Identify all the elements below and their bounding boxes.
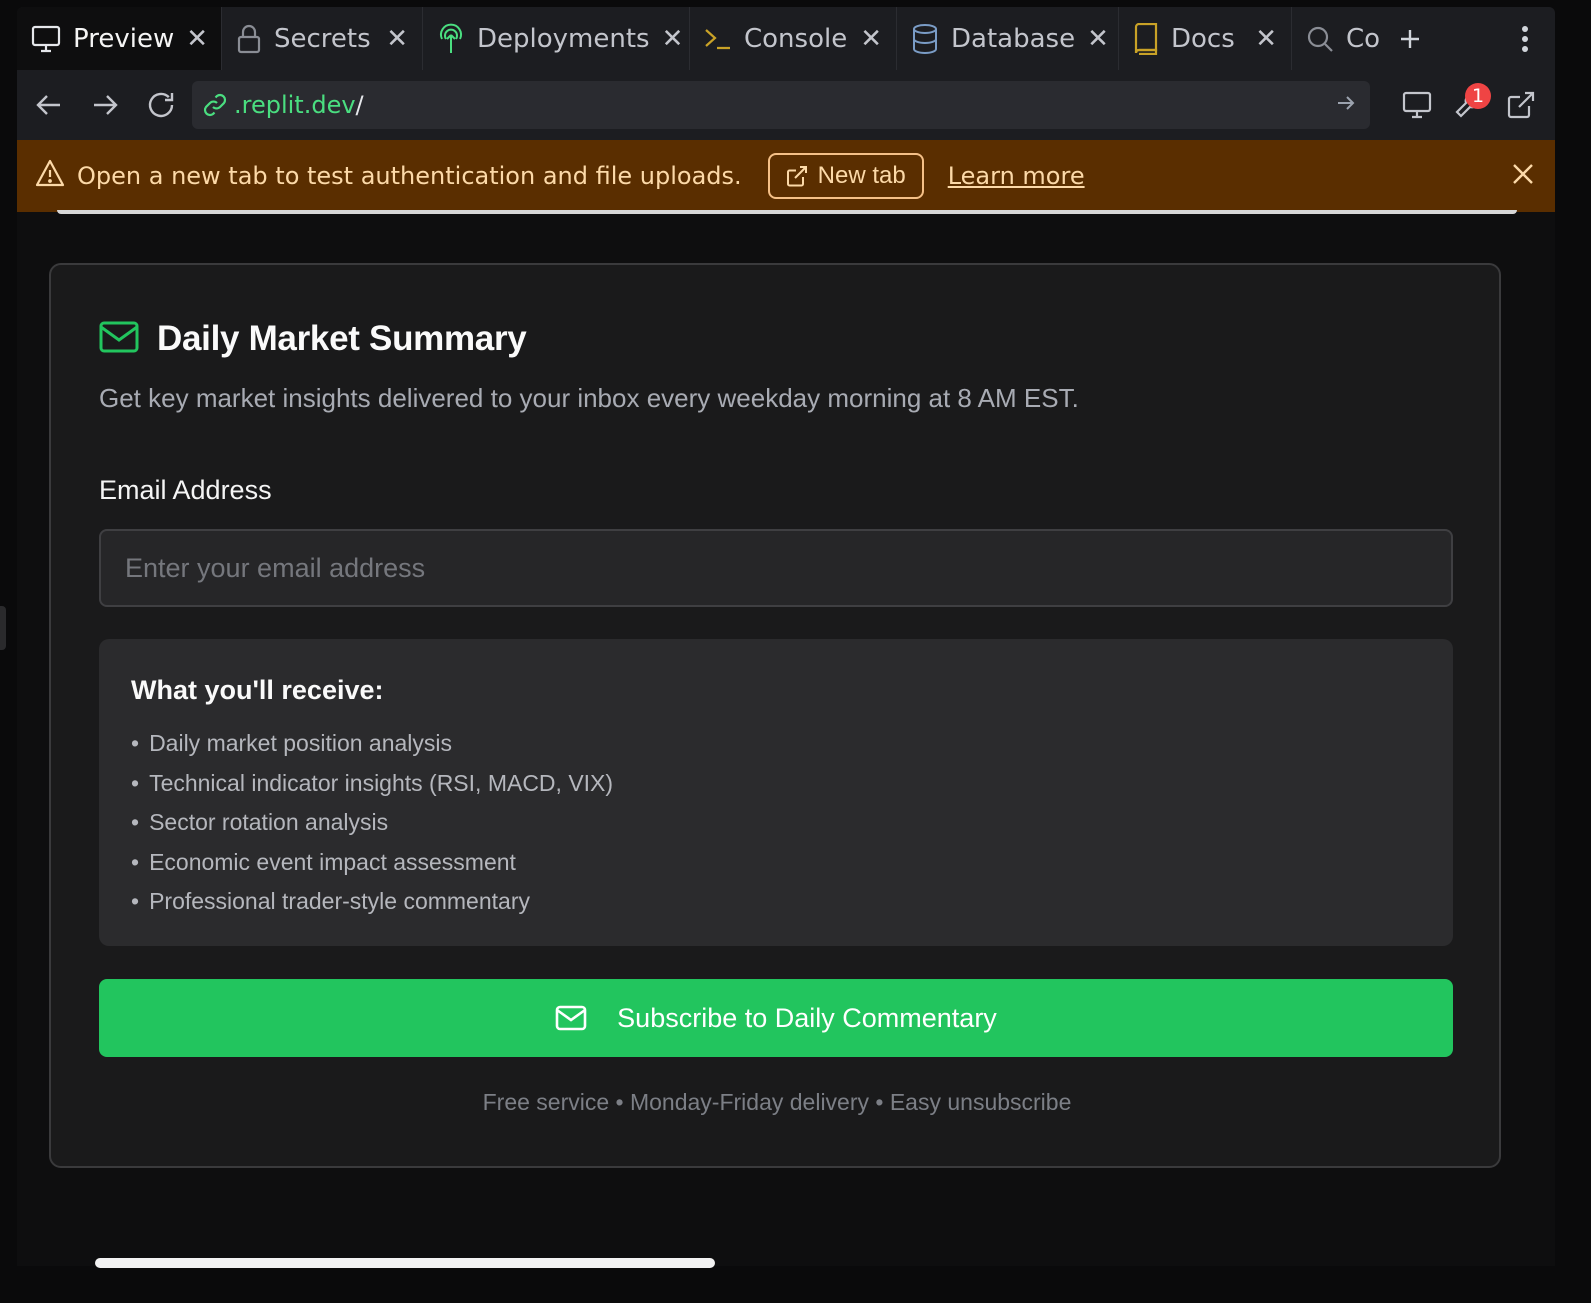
tab-secrets[interactable]: Secrets ✕ [222, 7, 423, 70]
url-input[interactable]: .replit.dev/ [192, 81, 1370, 129]
browser-window: Preview ✕ Secrets ✕ Deployments ✕ Consol… [17, 7, 1555, 1266]
tab-label: Deployments [477, 23, 650, 54]
tab-label: Console [744, 23, 848, 54]
monitor-icon [31, 25, 61, 53]
back-button[interactable] [21, 77, 77, 133]
email-label: Email Address [99, 475, 272, 505]
tab-database[interactable]: Database ✕ [897, 7, 1119, 70]
monitor-icon [1402, 91, 1432, 119]
go-arrow-icon[interactable] [1336, 93, 1356, 117]
tab-label: Docs [1171, 23, 1235, 54]
tab-label: Co [1346, 23, 1381, 54]
close-icon[interactable]: ✕ [1087, 26, 1109, 52]
tab-deployments[interactable]: Deployments ✕ [423, 7, 690, 70]
warning-icon [35, 159, 65, 193]
address-bar: .replit.dev/ 1 [17, 70, 1555, 140]
list-item: • Daily market position analysis [131, 730, 453, 757]
warning-banner: Open a new tab to test authentication an… [17, 140, 1555, 212]
close-icon[interactable]: ✕ [386, 26, 408, 52]
horizontal-scrollbar[interactable] [95, 1258, 715, 1268]
database-icon [911, 23, 939, 55]
forward-button[interactable] [77, 77, 133, 133]
banner-message: Open a new tab to test authentication an… [77, 162, 742, 190]
tab-bar: Preview ✕ Secrets ✕ Deployments ✕ Consol… [17, 7, 1555, 70]
terminal-icon [704, 27, 732, 51]
reload-button[interactable] [133, 77, 189, 133]
address-bar-actions: 1 [1391, 70, 1555, 140]
add-tab-button[interactable] [1387, 7, 1433, 70]
open-external-button[interactable] [1495, 77, 1547, 133]
tab-docs[interactable]: Docs ✕ [1119, 7, 1292, 70]
learn-more-link[interactable]: Learn more [948, 162, 1085, 190]
list-item: • Professional trader-style commentary [131, 888, 530, 915]
arrow-left-icon [36, 95, 60, 115]
close-icon[interactable]: ✕ [662, 26, 684, 52]
list-item: • Sector rotation analysis [131, 809, 389, 836]
devices-button[interactable] [1391, 77, 1443, 133]
benefits-box: What you'll receive: • Daily market posit… [99, 639, 1453, 946]
card-header: Daily Market Summary [99, 319, 527, 359]
notification-badge: 1 [1465, 83, 1491, 109]
external-link-icon [1507, 91, 1535, 119]
card-subtitle: Get key market insights delivered to you… [99, 383, 1079, 413]
card-title: Daily Market Summary [157, 319, 527, 358]
benefits-list: • Daily market position analysis • Technic… [131, 724, 1421, 922]
tab-search[interactable]: Co [1292, 7, 1387, 70]
list-item: • Economic event impact assessment [131, 848, 516, 875]
tab-console[interactable]: Console ✕ [690, 7, 897, 70]
close-icon[interactable]: ✕ [1255, 26, 1277, 52]
subscribe-button[interactable]: Subscribe to Daily Commentary [99, 979, 1453, 1057]
list-item: • Technical indicator insights (RSI, MACD… [131, 769, 614, 796]
lock-icon [236, 24, 262, 54]
tab-bar-spacer [1433, 7, 1495, 70]
tab-preview[interactable]: Preview ✕ [17, 7, 222, 70]
page-edge-divider [57, 210, 1517, 214]
reload-icon [148, 92, 174, 118]
email-field[interactable] [99, 529, 1453, 607]
external-link-icon [786, 166, 807, 187]
search-icon [1306, 25, 1334, 53]
benefits-title: What you'll receive: [131, 675, 384, 705]
book-icon [1133, 22, 1159, 55]
subscribe-label: Subscribe to Daily Commentary [617, 1002, 997, 1033]
subscription-card: Daily Market Summary Get key market insi… [49, 263, 1501, 1168]
mail-icon [555, 1005, 587, 1031]
close-icon[interactable]: ✕ [860, 26, 882, 52]
tab-label: Database [951, 23, 1076, 54]
new-tab-button[interactable]: New tab [767, 153, 924, 199]
link-icon [203, 93, 227, 117]
sidebar-resize-handle[interactable] [0, 606, 6, 650]
footnote: Free service • Monday-Friday delivery • … [482, 1089, 1072, 1115]
arrow-right-icon [94, 95, 118, 115]
tab-label: Preview [73, 23, 175, 54]
new-tab-label: New tab [817, 162, 906, 189]
tab-label: Secrets [274, 23, 371, 54]
devtools-button[interactable]: 1 [1443, 77, 1495, 133]
mail-icon [99, 321, 139, 357]
close-icon[interactable] [1511, 162, 1535, 192]
deployments-icon [437, 23, 465, 55]
more-vertical-icon[interactable] [1495, 7, 1555, 70]
close-icon[interactable]: ✕ [186, 26, 208, 52]
url-text: .replit.dev/ [234, 91, 364, 119]
